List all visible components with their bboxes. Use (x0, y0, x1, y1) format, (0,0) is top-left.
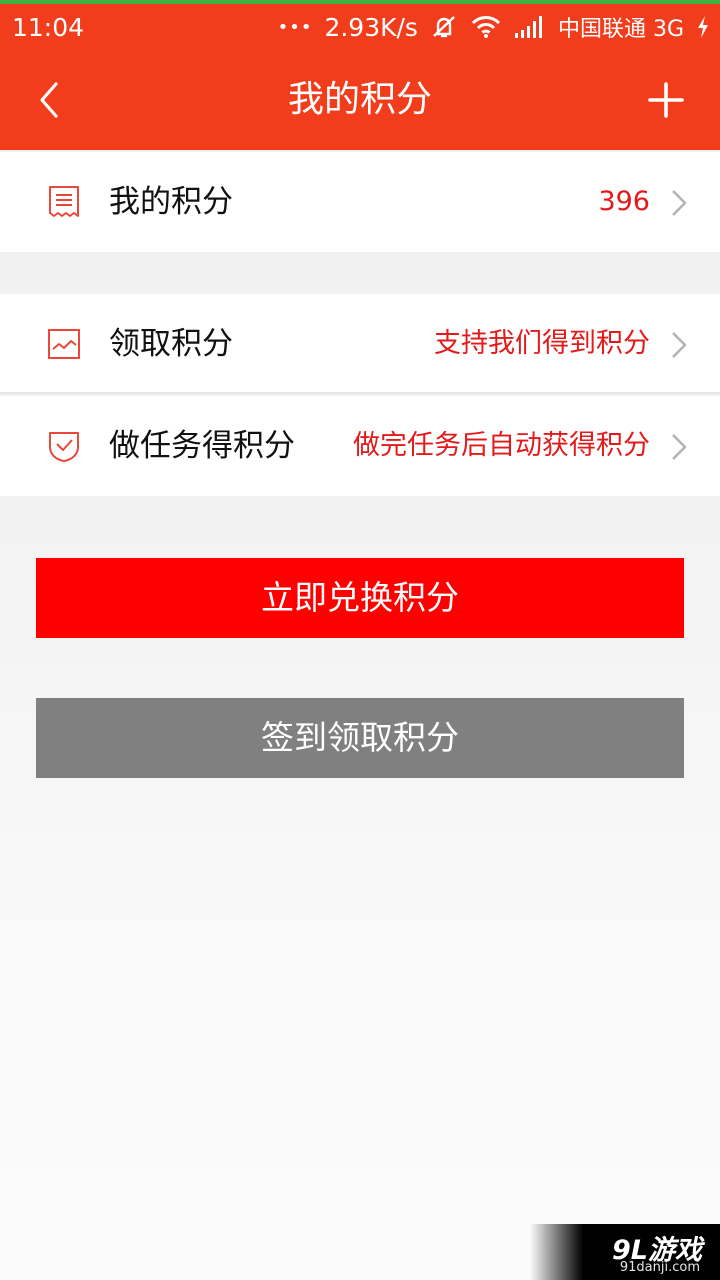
my-points-row[interactable]: 我的积分 396 (0, 152, 720, 252)
exchange-points-button[interactable]: 立即兑换积分 (36, 558, 684, 638)
shield-check-icon (47, 429, 81, 463)
carrier-name: 中国联通 3G (557, 17, 684, 42)
checkin-points-button[interactable]: 签到领取积分 (36, 698, 684, 778)
plus-icon[interactable] (646, 80, 686, 120)
row-hint: 支持我们得到积分 (434, 328, 650, 359)
wifi-icon (470, 14, 502, 40)
chevron-right-icon (670, 189, 688, 217)
charging-icon (696, 15, 710, 39)
page-title: 我的积分 (287, 79, 432, 120)
watermark-url: 91danji.com (619, 1260, 700, 1275)
status-bar: 11:04 ••• 2.93K/s 中国联通 3G (0, 4, 720, 50)
site-watermark: 9L游戏 91danji.com (530, 1224, 720, 1280)
receipt-icon (47, 185, 81, 219)
network-speed: 2.93K/s (324, 12, 418, 42)
points-value: 396 (598, 186, 650, 217)
status-dots: ••• (277, 16, 313, 38)
chevron-right-icon (670, 433, 688, 461)
receive-points-row[interactable]: 领取积分 支持我们得到积分 (0, 294, 720, 394)
mute-icon (430, 14, 458, 40)
status-time: 11:04 (12, 12, 85, 42)
row-label: 做任务得积分 (109, 428, 295, 464)
chart-icon (47, 327, 81, 361)
row-hint: 做完任务后自动获得积分 (353, 430, 650, 461)
status-right: ••• 2.93K/s 中国联通 3G (278, 11, 710, 43)
task-points-row[interactable]: 做任务得积分 做完任务后自动获得积分 (0, 396, 720, 496)
chevron-right-icon (670, 331, 688, 359)
top-navigation-bar: 我的积分 (0, 50, 720, 150)
row-label: 领取积分 (109, 326, 233, 362)
signal-icon (514, 15, 546, 39)
row-label: 我的积分 (109, 184, 233, 220)
